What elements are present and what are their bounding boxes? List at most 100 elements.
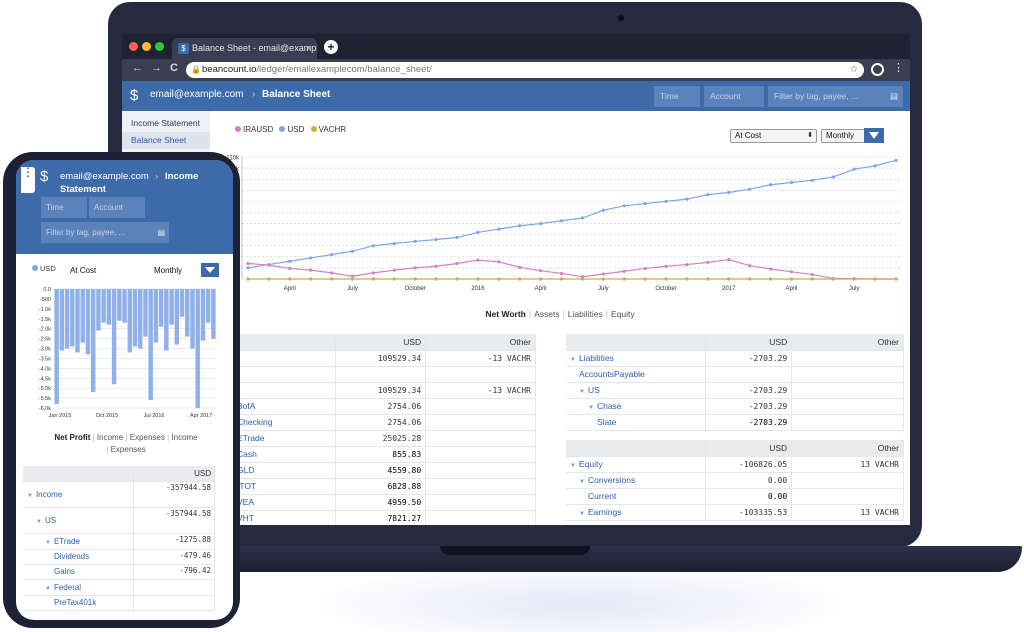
data-point-irausd[interactable]	[246, 261, 250, 266]
data-point-irausd[interactable]	[748, 264, 752, 268]
data-point-vachr[interactable]	[810, 277, 814, 281]
chart-toggle-triangle-icon[interactable]	[201, 263, 219, 277]
bar[interactable]	[185, 289, 190, 337]
bar[interactable]	[200, 289, 206, 341]
legend-vachr[interactable]: VACHR	[310, 125, 346, 134]
data-point-usd[interactable]	[371, 244, 376, 248]
bar[interactable]	[205, 289, 211, 323]
data-point-vachr[interactable]	[497, 277, 501, 281]
data-point-usd[interactable]	[622, 204, 626, 208]
bar[interactable]	[90, 289, 96, 393]
window-close-dot[interactable]	[129, 42, 138, 51]
chart-tab-net-profit[interactable]: Net Profit	[54, 433, 90, 442]
url-input[interactable]: 🔒 beancount.io/ledger/emailexamplecom/ba…	[186, 62, 864, 78]
browser-tab-balance-sheet[interactable]: $ Balance Sheet - email@exampl ×	[172, 38, 317, 59]
beancount-logo-icon[interactable]: $	[40, 168, 48, 185]
data-point-irausd[interactable]	[789, 270, 794, 274]
interval-select[interactable]: Monthly	[154, 266, 182, 275]
data-point-vachr[interactable]	[748, 277, 752, 281]
account-cell[interactable]: ▼ Liabilities	[566, 350, 707, 367]
data-point-vachr[interactable]	[539, 277, 543, 281]
bar[interactable]	[80, 289, 85, 343]
data-point-vachr[interactable]	[559, 277, 564, 281]
data-point-irausd[interactable]	[330, 271, 334, 275]
ledger-user[interactable]: email@example.com	[60, 171, 149, 182]
data-point-irausd[interactable]	[810, 272, 814, 277]
data-point-vachr[interactable]	[727, 277, 731, 281]
bar[interactable]	[127, 289, 132, 353]
bar[interactable]	[70, 289, 75, 347]
conversion-select[interactable]: At Cost ⬍	[730, 129, 817, 143]
data-point-vachr[interactable]	[685, 277, 689, 281]
account-cell[interactable]: ▼ETrade	[23, 533, 134, 550]
account-cell[interactable]: ▼ Equity	[566, 456, 707, 473]
data-point-vachr[interactable]	[309, 277, 313, 281]
sidebar-item-balance-sheet[interactable]: Balance Sheet	[122, 132, 210, 149]
bar[interactable]	[122, 289, 127, 323]
data-point-usd[interactable]	[601, 208, 605, 212]
data-point-vachr[interactable]	[643, 277, 647, 281]
account-cell[interactable]: ▼ Conversions	[566, 472, 707, 489]
data-point-irausd[interactable]	[413, 266, 417, 270]
account-cell[interactable]: ▼ Income	[23, 481, 134, 508]
data-point-irausd[interactable]	[664, 264, 668, 268]
bar[interactable]	[179, 289, 185, 317]
chart-tab-expenses-treemap[interactable]: Expenses	[111, 445, 146, 454]
toggle-triangle-icon[interactable]: ▼	[27, 493, 33, 499]
data-point-irausd[interactable]	[371, 271, 376, 275]
chart-tab-equity[interactable]: Equity	[608, 309, 638, 319]
account-cell[interactable]: ▼US	[23, 507, 134, 534]
data-point-usd[interactable]	[768, 183, 773, 187]
data-point-vachr[interactable]	[789, 277, 794, 281]
bar[interactable]	[101, 289, 106, 323]
data-point-vachr[interactable]	[768, 277, 773, 281]
conversion-select[interactable]: At Cost	[70, 266, 96, 275]
filter-list-icon[interactable]: ▤	[890, 86, 898, 107]
new-tab-button[interactable]: +	[324, 40, 338, 54]
data-point-vachr[interactable]	[455, 277, 459, 281]
bar[interactable]	[211, 289, 216, 339]
filter-list-icon[interactable]: ▤	[157, 222, 165, 243]
bar[interactable]	[143, 289, 148, 337]
back-icon[interactable]: ←	[132, 62, 143, 74]
forward-icon[interactable]: →	[151, 62, 162, 74]
tab-close-icon[interactable]: ×	[306, 38, 311, 59]
chart-tab-income-treemap[interactable]: Income	[171, 433, 197, 442]
data-point-usd[interactable]	[810, 178, 814, 182]
data-point-usd[interactable]	[413, 239, 417, 243]
bar[interactable]	[59, 289, 65, 351]
data-point-usd[interactable]	[309, 256, 313, 260]
bar[interactable]	[169, 289, 174, 325]
bar[interactable]	[75, 289, 80, 353]
account-cell[interactable]: Gains	[23, 564, 134, 580]
data-point-vachr[interactable]	[852, 277, 856, 281]
tag-payee-filter-input[interactable]: Filter by tag, payee, ... ▤	[41, 222, 169, 243]
data-point-usd[interactable]	[789, 180, 794, 185]
account-filter-input[interactable]: Account	[89, 197, 145, 218]
data-point-usd[interactable]	[330, 253, 334, 257]
data-point-irausd[interactable]	[518, 265, 522, 269]
data-point-irausd[interactable]	[622, 269, 626, 273]
chart-tab-assets[interactable]: Assets	[531, 309, 563, 319]
data-point-usd[interactable]	[831, 175, 835, 179]
data-point-vachr[interactable]	[664, 277, 668, 281]
data-point-usd[interactable]	[476, 230, 480, 235]
data-point-irausd[interactable]	[392, 268, 396, 272]
bar[interactable]	[117, 289, 122, 321]
data-point-irausd[interactable]	[539, 269, 543, 273]
data-point-vachr[interactable]	[330, 277, 334, 281]
sidebar-item-income-statement[interactable]: Income Statement	[122, 115, 210, 132]
toggle-triangle-icon[interactable]: ▼	[588, 405, 594, 411]
data-point-vachr[interactable]	[288, 277, 292, 281]
data-point-usd[interactable]	[873, 164, 877, 168]
account-cell[interactable]: PreTax401k	[23, 595, 134, 611]
chart-legend[interactable]: USD	[32, 264, 56, 273]
bar[interactable]	[190, 289, 195, 349]
data-point-irausd[interactable]	[497, 260, 501, 264]
toggle-triangle-icon[interactable]: ▼	[579, 479, 585, 485]
data-point-irausd[interactable]	[559, 271, 564, 276]
data-point-usd[interactable]	[643, 201, 647, 206]
bar[interactable]	[148, 289, 153, 401]
data-point-irausd[interactable]	[685, 262, 689, 267]
account-cell[interactable]: ▼ Chase	[566, 398, 707, 415]
